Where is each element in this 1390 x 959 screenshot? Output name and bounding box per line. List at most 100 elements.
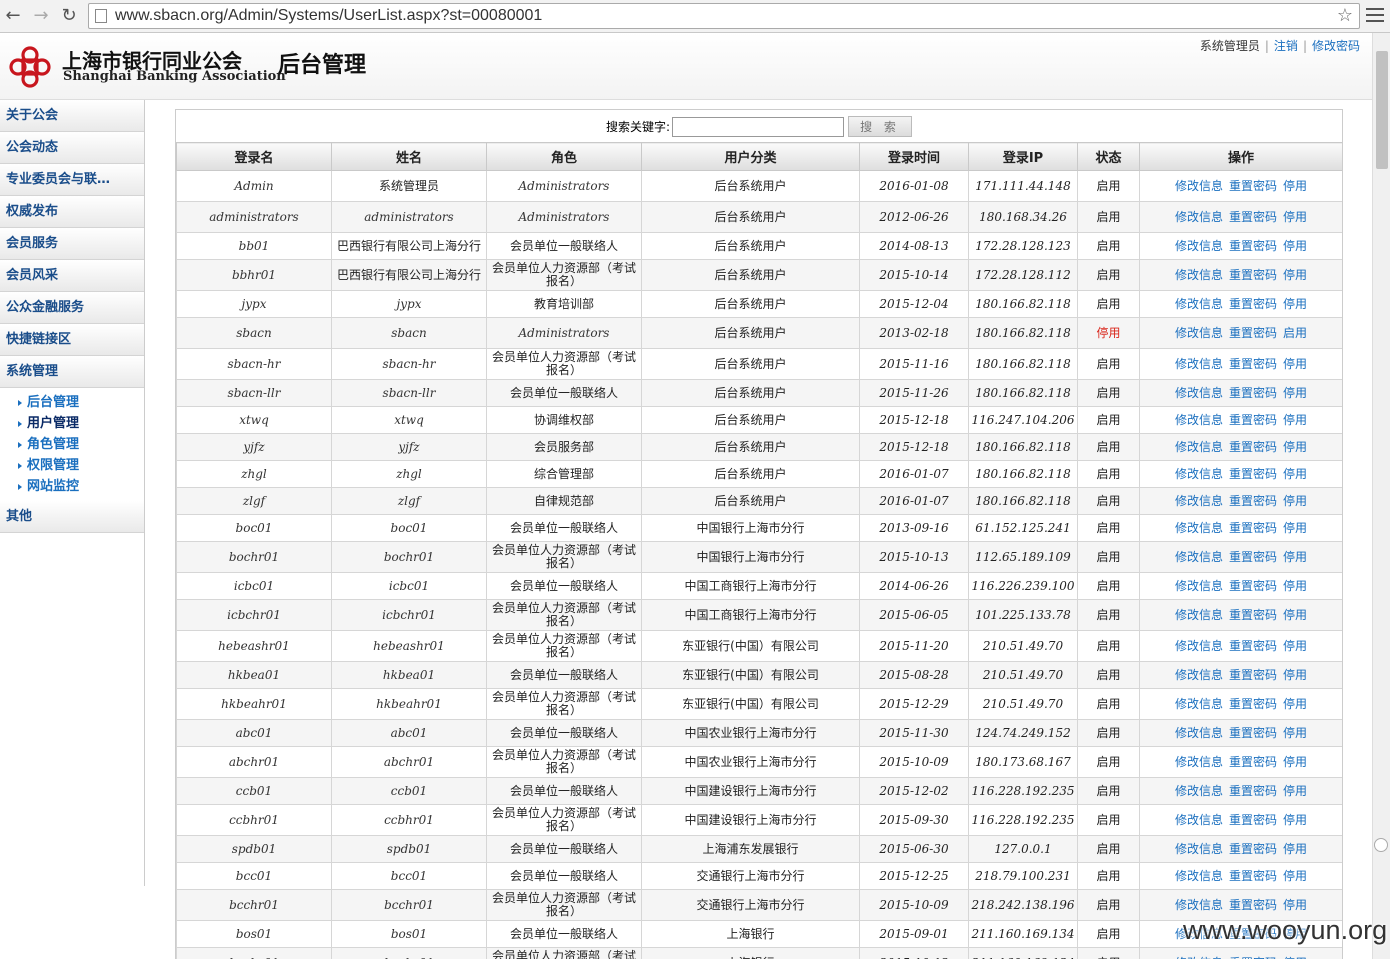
toggle-status-link[interactable]: 停用 — [1283, 956, 1307, 959]
toggle-status-link[interactable]: 停用 — [1283, 297, 1307, 311]
toggle-status-link[interactable]: 停用 — [1283, 210, 1307, 224]
col-header-category[interactable]: 用户分类 — [641, 142, 860, 171]
edit-info-link[interactable]: 修改信息 — [1175, 697, 1223, 711]
edit-info-link[interactable]: 修改信息 — [1175, 608, 1223, 622]
toggle-status-link[interactable]: 停用 — [1283, 239, 1307, 253]
toggle-status-link[interactable]: 停用 — [1283, 494, 1307, 508]
toggle-status-link[interactable]: 停用 — [1283, 179, 1307, 193]
address-bar[interactable]: www.sbacn.org/Admin/Systems/UserList.asp… — [88, 3, 1360, 29]
reset-password-link[interactable]: 重置密码 — [1229, 898, 1277, 912]
reset-password-link[interactable]: 重置密码 — [1229, 210, 1277, 224]
toggle-status-link[interactable]: 停用 — [1283, 521, 1307, 535]
sidebar-item-publications[interactable]: 权威发布 — [0, 196, 144, 228]
reset-password-link[interactable]: 重置密码 — [1229, 550, 1277, 564]
sidebar-item-member-services[interactable]: 会员服务 — [0, 228, 144, 260]
toggle-status-link[interactable]: 停用 — [1283, 386, 1307, 400]
edit-info-link[interactable]: 修改信息 — [1175, 639, 1223, 653]
reset-password-link[interactable]: 重置密码 — [1229, 268, 1277, 282]
col-header-login-time[interactable]: 登录时间 — [859, 142, 969, 171]
submenu-item-monitoring[interactable]: 网站监控 — [18, 476, 144, 497]
sidebar-item-member-showcase[interactable]: 会员风采 — [0, 260, 144, 292]
sidebar-item-public-finance[interactable]: 公众金融服务 — [0, 292, 144, 324]
toggle-status-link[interactable]: 停用 — [1283, 579, 1307, 593]
reset-password-link[interactable]: 重置密码 — [1229, 521, 1277, 535]
sidebar-item-news[interactable]: 公会动态 — [0, 132, 144, 164]
col-header-login[interactable]: 登录名 — [176, 142, 332, 171]
toggle-status-link[interactable]: 停用 — [1283, 668, 1307, 682]
edit-info-link[interactable]: 修改信息 — [1175, 726, 1223, 740]
reset-password-link[interactable]: 重置密码 — [1229, 413, 1277, 427]
back-icon[interactable]: ← — [2, 5, 24, 27]
toggle-status-link[interactable]: 停用 — [1283, 467, 1307, 481]
reset-password-link[interactable]: 重置密码 — [1229, 297, 1277, 311]
toggle-status-link[interactable]: 停用 — [1283, 869, 1307, 883]
edit-info-link[interactable]: 修改信息 — [1175, 268, 1223, 282]
bookmark-star-icon[interactable]: ☆ — [1337, 5, 1353, 26]
edit-info-link[interactable]: 修改信息 — [1175, 521, 1223, 535]
toggle-status-link[interactable]: 停用 — [1283, 726, 1307, 740]
edit-info-link[interactable]: 修改信息 — [1175, 550, 1223, 564]
col-header-role[interactable]: 角色 — [486, 142, 642, 171]
toggle-status-link[interactable]: 启用 — [1283, 326, 1307, 340]
sidebar-item-other[interactable]: 其他 — [0, 501, 144, 533]
submenu-item-roles[interactable]: 角色管理 — [18, 434, 144, 455]
submenu-item-backend[interactable]: 后台管理 — [18, 392, 144, 413]
reset-password-link[interactable]: 重置密码 — [1229, 784, 1277, 798]
edit-info-link[interactable]: 修改信息 — [1175, 579, 1223, 593]
reset-password-link[interactable]: 重置密码 — [1229, 326, 1277, 340]
toggle-status-link[interactable]: 停用 — [1283, 413, 1307, 427]
reset-password-link[interactable]: 重置密码 — [1229, 579, 1277, 593]
toggle-status-link[interactable]: 停用 — [1283, 639, 1307, 653]
edit-info-link[interactable]: 修改信息 — [1175, 413, 1223, 427]
search-input[interactable] — [672, 116, 845, 137]
browser-menu-icon[interactable] — [1366, 8, 1384, 24]
sidebar-item-committees[interactable]: 专业委员会与联… — [0, 164, 144, 196]
reset-password-link[interactable]: 重置密码 — [1229, 494, 1277, 508]
edit-info-link[interactable]: 修改信息 — [1175, 842, 1223, 856]
toggle-status-link[interactable]: 停用 — [1283, 784, 1307, 798]
toggle-status-link[interactable]: 停用 — [1283, 357, 1307, 371]
toggle-status-link[interactable]: 停用 — [1283, 697, 1307, 711]
edit-info-link[interactable]: 修改信息 — [1175, 297, 1223, 311]
edit-info-link[interactable]: 修改信息 — [1175, 494, 1223, 508]
edit-info-link[interactable]: 修改信息 — [1175, 813, 1223, 827]
sidebar-item-system-admin[interactable]: 系统管理 — [0, 356, 144, 388]
edit-info-link[interactable]: 修改信息 — [1175, 179, 1223, 193]
edit-info-link[interactable]: 修改信息 — [1175, 898, 1223, 912]
reset-password-link[interactable]: 重置密码 — [1229, 842, 1277, 856]
reset-password-link[interactable]: 重置密码 — [1229, 726, 1277, 740]
scrollbar-thumb[interactable] — [1376, 51, 1388, 169]
reset-password-link[interactable]: 重置密码 — [1229, 956, 1277, 959]
submenu-item-permissions[interactable]: 权限管理 — [18, 455, 144, 476]
zoom-icon[interactable] — [1374, 838, 1388, 852]
edit-info-link[interactable]: 修改信息 — [1175, 784, 1223, 798]
reset-password-link[interactable]: 重置密码 — [1229, 755, 1277, 769]
edit-info-link[interactable]: 修改信息 — [1175, 386, 1223, 400]
edit-info-link[interactable]: 修改信息 — [1175, 326, 1223, 340]
reset-password-link[interactable]: 重置密码 — [1229, 608, 1277, 622]
edit-info-link[interactable]: 修改信息 — [1175, 956, 1223, 959]
forward-icon[interactable]: → — [30, 5, 52, 27]
col-header-status[interactable]: 状态 — [1077, 142, 1140, 171]
toggle-status-link[interactable]: 停用 — [1283, 842, 1307, 856]
toggle-status-link[interactable]: 停用 — [1283, 440, 1307, 454]
edit-info-link[interactable]: 修改信息 — [1175, 440, 1223, 454]
sidebar-item-about[interactable]: 关于公会 — [0, 100, 144, 132]
change-password-link[interactable]: 修改密码 — [1312, 39, 1360, 53]
toggle-status-link[interactable]: 停用 — [1283, 755, 1307, 769]
reset-password-link[interactable]: 重置密码 — [1229, 440, 1277, 454]
edit-info-link[interactable]: 修改信息 — [1175, 239, 1223, 253]
reset-password-link[interactable]: 重置密码 — [1229, 668, 1277, 682]
edit-info-link[interactable]: 修改信息 — [1175, 357, 1223, 371]
edit-info-link[interactable]: 修改信息 — [1175, 668, 1223, 682]
reset-password-link[interactable]: 重置密码 — [1229, 697, 1277, 711]
toggle-status-link[interactable]: 停用 — [1283, 898, 1307, 912]
toggle-status-link[interactable]: 停用 — [1283, 268, 1307, 282]
sidebar-item-quick-links[interactable]: 快捷链接区 — [0, 324, 144, 356]
reset-password-link[interactable]: 重置密码 — [1229, 813, 1277, 827]
reset-password-link[interactable]: 重置密码 — [1229, 357, 1277, 371]
reset-password-link[interactable]: 重置密码 — [1229, 179, 1277, 193]
logout-link[interactable]: 注销 — [1274, 39, 1298, 53]
toggle-status-link[interactable]: 停用 — [1283, 813, 1307, 827]
reset-password-link[interactable]: 重置密码 — [1229, 239, 1277, 253]
